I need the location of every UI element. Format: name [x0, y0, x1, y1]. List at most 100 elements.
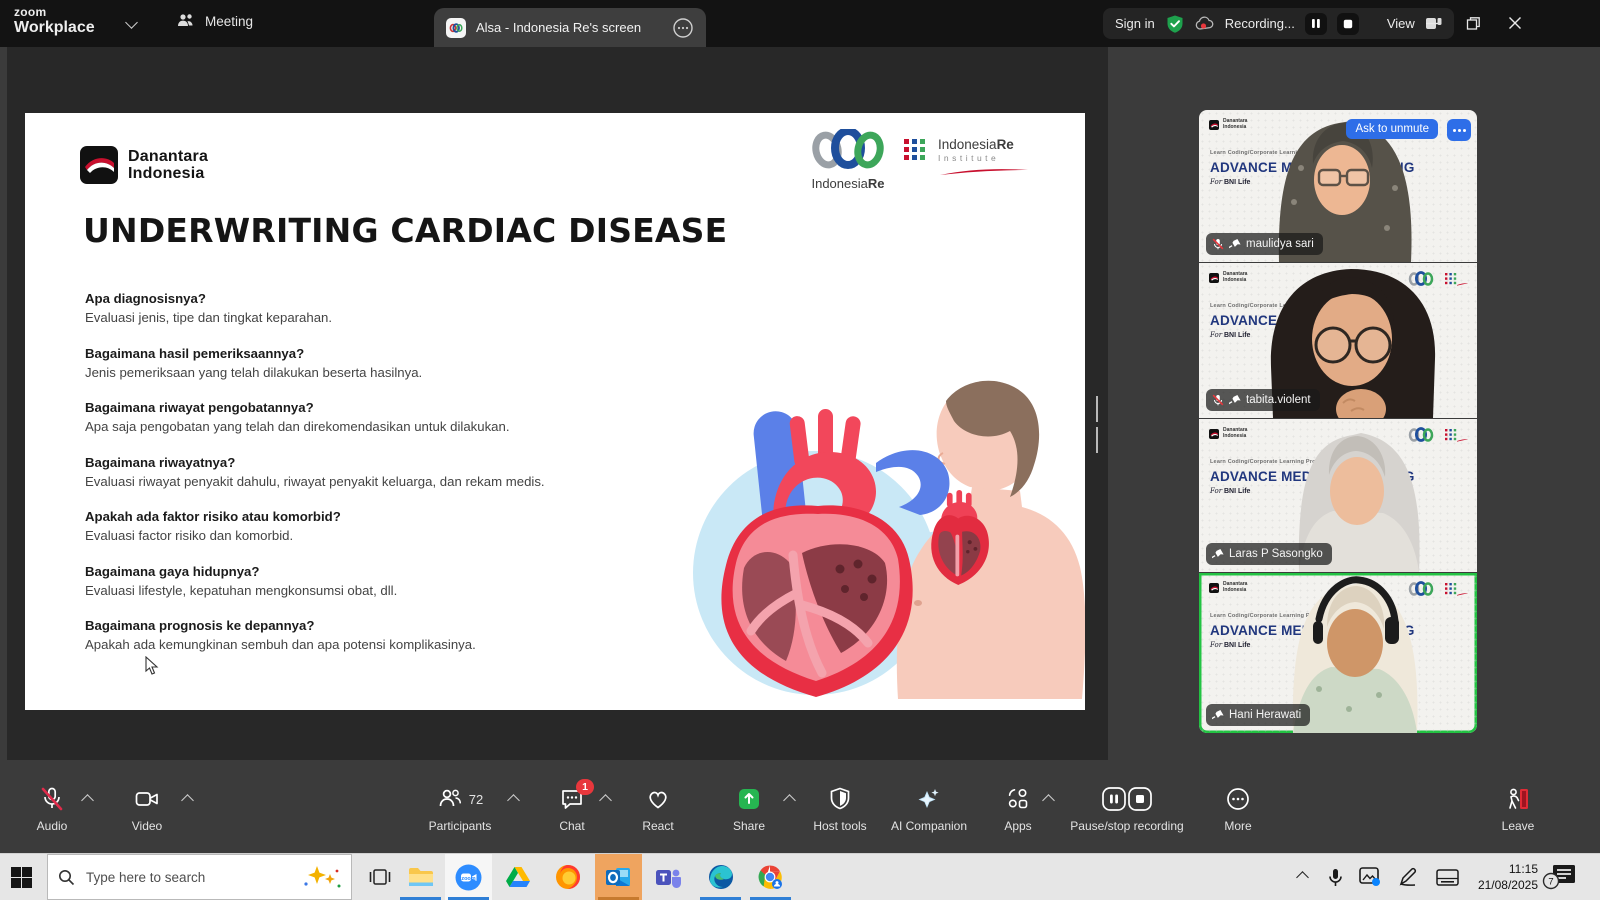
pin-icon — [1229, 238, 1241, 250]
chat-unread-badge: 1 — [576, 779, 594, 795]
taskbar-search[interactable] — [47, 854, 352, 900]
ask-to-unmute-button[interactable]: Ask to unmute — [1346, 119, 1438, 139]
more-button[interactable]: More — [1208, 786, 1268, 833]
chat-label: Chat — [559, 819, 584, 833]
shield-icon — [827, 786, 853, 812]
qa-item: Apa diagnosisnya?Evaluasi jenis, tipe da… — [85, 289, 585, 327]
mic-muted-icon — [1212, 394, 1224, 406]
share-options-chevron[interactable] — [783, 794, 796, 807]
participant-name-bar: Laras P Sasongko — [1206, 543, 1332, 565]
taskbar-outlook[interactable] — [595, 854, 642, 900]
qa-item: Bagaimana riwayatnya?Evaluasi riwayat pe… — [85, 453, 585, 491]
sign-in-button[interactable]: Sign in — [1115, 16, 1155, 31]
video-tile[interactable]: Danantara Indonesia Learn Coding/Corpora… — [1199, 110, 1477, 262]
notification-center-button[interactable]: 7 — [1535, 854, 1585, 900]
tab-shared-screen-label: Alsa - Indonesia Re's screen — [476, 20, 662, 35]
security-shield-icon[interactable] — [1165, 14, 1185, 34]
teams-icon — [655, 865, 682, 890]
pause-stop-recording-button[interactable]: Pause/stop recording — [1052, 786, 1202, 833]
workspace-menu-chevron-icon[interactable] — [125, 16, 138, 29]
tray-show-hidden-icons[interactable] — [1290, 854, 1314, 900]
ai-companion-button[interactable]: AI Companion — [879, 786, 979, 833]
video-tile[interactable]: Danantara Indonesia Learn Coding/Corpora… — [1199, 263, 1477, 418]
ire-wordmark: Indonesia — [811, 176, 867, 191]
react-button[interactable]: React — [628, 786, 688, 833]
danantara-logo-line2: Indonesia — [128, 165, 208, 182]
video-tile-active-speaker[interactable]: Danantara Indonesia Learn Coding/Corpora… — [1199, 573, 1477, 733]
search-input[interactable] — [84, 869, 290, 886]
chat-button[interactable]: 1 Chat — [547, 786, 597, 833]
mic-muted-icon — [39, 786, 65, 812]
tab-options-icon[interactable] — [672, 17, 694, 39]
participants-button[interactable]: 72 Participants — [415, 786, 505, 833]
slide-title: UNDERWRITING CARDIAC DISEASE — [83, 211, 727, 250]
pin-icon — [1229, 394, 1241, 406]
participant-name: Hani Herawati — [1229, 709, 1301, 721]
ire-wordmark-re: Re — [868, 176, 885, 191]
pause-recording-button[interactable] — [1305, 13, 1327, 35]
clock-date: 21/08/2025 — [1478, 877, 1538, 893]
taskbar-zoom[interactable]: zoom — [445, 854, 492, 900]
stop-recording-button[interactable] — [1337, 13, 1359, 35]
qa-item: Bagaimana hasil pemeriksaannya?Jenis pem… — [85, 344, 585, 382]
edge-icon — [708, 864, 734, 890]
zoom-app-icon: zoom — [455, 864, 482, 891]
audio-options-chevron[interactable] — [81, 794, 94, 807]
institute-swoosh-icon — [938, 168, 1030, 176]
start-button[interactable] — [11, 867, 32, 888]
ai-companion-label: AI Companion — [891, 819, 967, 833]
more-label: More — [1224, 819, 1251, 833]
shared-screen-area: Danantara Indonesia IndonesiaRe — [7, 47, 1108, 760]
file-explorer-icon — [408, 866, 434, 888]
view-button[interactable]: View — [1387, 16, 1415, 31]
tab-shared-screen[interactable]: Alsa - Indonesia Re's screen — [434, 8, 706, 47]
svg-text:zoom: zoom — [461, 876, 475, 882]
taskbar-edge[interactable] — [697, 854, 744, 900]
participants-options-chevron[interactable] — [507, 794, 520, 807]
leave-button[interactable]: Leave — [1488, 786, 1548, 833]
task-view-button[interactable] — [356, 854, 403, 900]
minimize-button[interactable] — [1425, 16, 1439, 30]
video-options-chevron[interactable] — [181, 794, 194, 807]
indonesia-re-rings-icon — [809, 129, 887, 169]
panel-resize-handle[interactable] — [1096, 396, 1104, 422]
heart-icon — [645, 786, 671, 812]
audio-button[interactable]: Audio — [22, 786, 82, 833]
chat-options-chevron[interactable] — [599, 794, 612, 807]
close-button[interactable] — [1508, 16, 1522, 30]
share-button[interactable]: Share — [719, 786, 779, 833]
tray-touch-keyboard-icon[interactable] — [1432, 854, 1462, 900]
taskbar-file-explorer[interactable] — [397, 854, 444, 900]
apps-button[interactable]: Apps — [988, 786, 1048, 833]
tray-screenshot-icon[interactable] — [1356, 854, 1384, 900]
tray-pen-icon[interactable] — [1394, 854, 1422, 900]
windows-taskbar: zoom — [0, 853, 1600, 900]
chrome-icon — [757, 864, 784, 891]
taskbar-google-drive[interactable] — [494, 854, 541, 900]
video-tile[interactable]: Danantara Indonesia Learn Coding/Corpora… — [1199, 419, 1477, 572]
tile-more-options-button[interactable] — [1447, 119, 1471, 141]
pin-icon — [1212, 709, 1224, 721]
presentation-slide: Danantara Indonesia IndonesiaRe — [25, 113, 1085, 710]
institute-dots-icon — [903, 137, 930, 164]
taskbar-clock[interactable]: 11:15 21/08/2025 — [1478, 861, 1538, 893]
camera-icon — [134, 786, 160, 812]
taskbar-chrome[interactable] — [747, 854, 794, 900]
zoom-workplace-logo: zoom Workplace — [14, 6, 95, 36]
participants-icon — [176, 12, 196, 30]
institute-wordmark-re: Re — [997, 137, 1014, 152]
qa-item: Bagaimana riwayat pengobatannya?Apa saja… — [85, 398, 585, 436]
leave-label: Leave — [1502, 819, 1535, 833]
window-controls — [1425, 8, 1522, 38]
qa-item: Apakah ada faktor risiko atau komorbid?E… — [85, 507, 585, 545]
taskbar-teams[interactable] — [645, 854, 692, 900]
outlook-icon — [605, 865, 632, 890]
taskbar-firefox[interactable] — [544, 854, 591, 900]
tray-microphone-icon[interactable] — [1322, 854, 1348, 900]
tab-meeting[interactable]: Meeting — [176, 12, 253, 30]
slide-question-list: Apa diagnosisnya?Evaluasi jenis, tipe da… — [85, 289, 585, 671]
pause-stop-recording-label: Pause/stop recording — [1070, 819, 1183, 833]
restore-button[interactable] — [1466, 16, 1481, 31]
video-button[interactable]: Video — [117, 786, 177, 833]
host-tools-button[interactable]: Host tools — [800, 786, 880, 833]
